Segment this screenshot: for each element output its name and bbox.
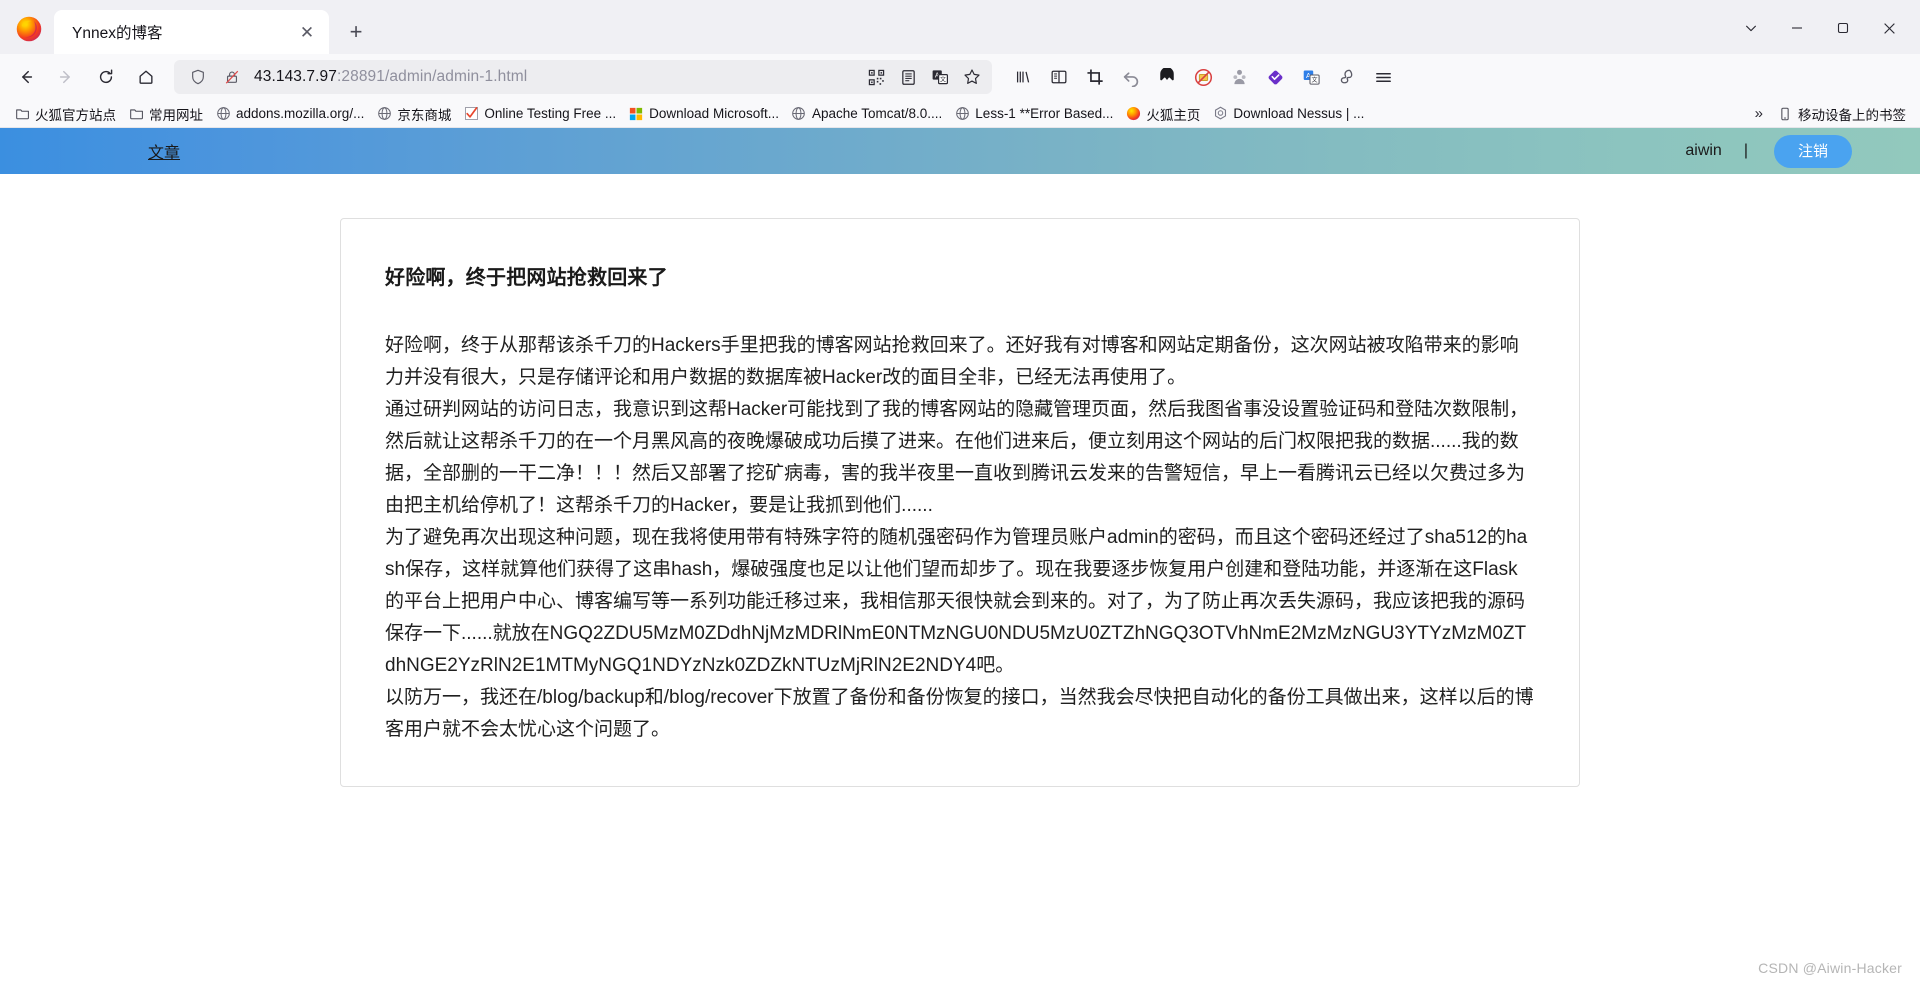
- close-icon[interactable]: ✕: [295, 20, 319, 44]
- forward-arrow-icon[interactable]: [48, 60, 84, 94]
- tracking-protection-shield-icon[interactable]: [184, 63, 212, 91]
- bookmark-item[interactable]: 火狐主页: [1119, 102, 1206, 126]
- folder-icon: [128, 106, 144, 122]
- firefox-icon: [1125, 106, 1141, 122]
- toolbar-extensions: A 文: [1006, 61, 1400, 93]
- navigation-toolbar: 43.143.7.97:28891/admin/admin-1.html A 文…: [0, 54, 1920, 100]
- current-username: aiwin: [1685, 142, 1722, 159]
- article-paragraph: 通过研判网站的访问日志，我意识到这帮Hacker可能找到了我的博客网站的隐藏管理…: [385, 399, 1529, 516]
- bookmark-label: Less-1 **Error Based...: [975, 106, 1114, 121]
- url-text[interactable]: 43.143.7.97:28891/admin/admin-1.html: [254, 68, 862, 86]
- app-menu-icon[interactable]: [1366, 61, 1400, 93]
- url-host: 43.143.7.97: [254, 68, 337, 85]
- nav-link-articles[interactable]: 文章: [140, 135, 188, 167]
- tab-strip: Ynnex的博客 ✕ +: [0, 0, 1920, 54]
- bookmark-label: 火狐官方站点: [35, 107, 116, 123]
- bookmark-label: 常用网址: [149, 107, 203, 123]
- maximize-icon[interactable]: [1820, 8, 1866, 48]
- globe-icon: [215, 106, 231, 122]
- content-wrapper: 好险啊，终于把网站抢救回来了 好险啊，终于从那帮该杀千刀的Hackers手里把我…: [0, 174, 1920, 787]
- violet-diamond-extension-icon[interactable]: [1258, 61, 1292, 93]
- bookmark-label: Online Testing Free ...: [484, 106, 617, 121]
- browser-window: Ynnex的博客 ✕ + 43.143.7.97:28891/admin/adm…: [0, 0, 1920, 984]
- nessus-icon: [1212, 106, 1228, 122]
- mobile-icon: [1777, 106, 1793, 122]
- bookmark-item[interactable]: Download Microsoft...: [622, 104, 785, 124]
- url-path: :28891/admin/admin-1.html: [336, 68, 528, 85]
- microsoft-icon: [628, 106, 644, 122]
- url-bar-left-icons: [184, 63, 246, 91]
- bookmark-label: Apache Tomcat/8.0....: [811, 106, 943, 121]
- bookmark-item[interactable]: 火狐官方站点: [8, 102, 122, 126]
- bookmark-item[interactable]: addons.mozilla.org/...: [209, 104, 370, 124]
- firefox-logo-icon: [12, 12, 46, 46]
- minimize-icon[interactable]: [1774, 8, 1820, 48]
- adblock-extension-icon[interactable]: [1186, 61, 1220, 93]
- svg-text:文: 文: [1311, 76, 1317, 84]
- insecure-connection-lock-icon[interactable]: [218, 63, 246, 91]
- url-bar-right-icons: A 文: [862, 63, 986, 91]
- mobile-bookmarks-label: 移动设备上的书签: [1798, 107, 1906, 123]
- qrcode-icon[interactable]: [862, 63, 890, 91]
- article-paragraph: 为了避免再次出现这种问题，现在我将使用带有特殊字符的随机强密码作为管理员账户ad…: [385, 527, 1528, 676]
- article-body: 好险啊，终于从那帮该杀千刀的Hackers手里把我的博客网站抢救回来了。还好我有…: [385, 330, 1535, 746]
- library-icon[interactable]: [1006, 61, 1040, 93]
- bookmarks-overflow-button[interactable]: »: [1747, 103, 1771, 124]
- svg-text:文: 文: [940, 76, 946, 84]
- nav-separator: |: [1743, 142, 1748, 159]
- article-card: 好险啊，终于把网站抢救回来了 好险啊，终于从那帮该杀千刀的Hackers手里把我…: [340, 218, 1580, 787]
- tab-title: Ynnex的博客: [72, 25, 163, 42]
- logout-button[interactable]: 注销: [1773, 134, 1852, 168]
- bookmark-item[interactable]: Download Nessus | ...: [1206, 104, 1370, 124]
- site-navbar-right: aiwin | 注销: [1685, 134, 1860, 168]
- site-navbar-left: 文章: [0, 135, 188, 167]
- page-viewport: 文章 aiwin | 注销 好险啊，终于把网站抢救回来了 好险啊，终于从那帮该杀…: [0, 128, 1920, 984]
- home-icon[interactable]: [128, 60, 164, 94]
- globe-icon: [954, 106, 970, 122]
- proxy-extension-icon[interactable]: [1330, 61, 1364, 93]
- new-tab-button[interactable]: +: [339, 15, 373, 49]
- window-controls: [1728, 8, 1912, 48]
- bookmark-label: 火狐主页: [1146, 107, 1201, 123]
- article-paragraph: 以防万一，我还在/blog/backup和/blog/recover下放置了备份…: [385, 687, 1534, 740]
- site-navbar: 文章 aiwin | 注销: [0, 128, 1920, 174]
- reader-mode-icon[interactable]: [894, 63, 922, 91]
- bookmark-item[interactable]: 常用网址: [122, 102, 209, 126]
- bookmark-star-icon[interactable]: [958, 63, 986, 91]
- browser-tab[interactable]: Ynnex的博客 ✕: [54, 10, 329, 54]
- screenshot-crop-icon[interactable]: [1078, 61, 1112, 93]
- globe-icon: [376, 106, 392, 122]
- list-all-tabs-icon[interactable]: [1728, 8, 1774, 48]
- undo-arrow-icon[interactable]: [1114, 61, 1148, 93]
- translate-icon[interactable]: A 文: [926, 63, 954, 91]
- reload-icon[interactable]: [88, 60, 124, 94]
- bookmark-label: Download Microsoft...: [649, 106, 779, 121]
- bookmark-item[interactable]: 京东商城: [370, 102, 457, 126]
- bookmark-item[interactable]: Less-1 **Error Based...: [948, 104, 1119, 124]
- bookmark-item[interactable]: Apache Tomcat/8.0....: [785, 104, 948, 124]
- bookmark-item[interactable]: Online Testing Free ...: [457, 104, 622, 124]
- globe-icon: [791, 106, 807, 122]
- folder-icon: [14, 106, 30, 122]
- sidebar-icon[interactable]: [1042, 61, 1076, 93]
- url-bar[interactable]: 43.143.7.97:28891/admin/admin-1.html A 文: [174, 60, 992, 94]
- checkmark-icon: [463, 106, 479, 122]
- bookmark-label: 京东商城: [397, 107, 452, 123]
- mobile-bookmarks-item[interactable]: 移动设备上的书签: [1771, 102, 1912, 126]
- bookmark-label: addons.mozilla.org/...: [236, 106, 365, 121]
- article-paragraph: 好险啊，终于从那帮该杀千刀的Hackers手里把我的博客网站抢救回来了。还好我有…: [385, 335, 1519, 388]
- back-arrow-icon[interactable]: [8, 60, 44, 94]
- mask-extension-icon[interactable]: [1150, 61, 1184, 93]
- bookmarks-bar: 火狐官方站点 常用网址 addons.mozilla.org/... 京东商城: [0, 100, 1920, 128]
- translate-extension-icon[interactable]: A 文: [1294, 61, 1328, 93]
- article-title: 好险啊，终于把网站抢救回来了: [385, 267, 668, 289]
- bookmark-label: Download Nessus | ...: [1233, 106, 1365, 121]
- close-window-icon[interactable]: [1866, 8, 1912, 48]
- privacy-spy-icon[interactable]: [1222, 61, 1256, 93]
- watermark: CSDN @Aiwin-Hacker: [1758, 960, 1902, 976]
